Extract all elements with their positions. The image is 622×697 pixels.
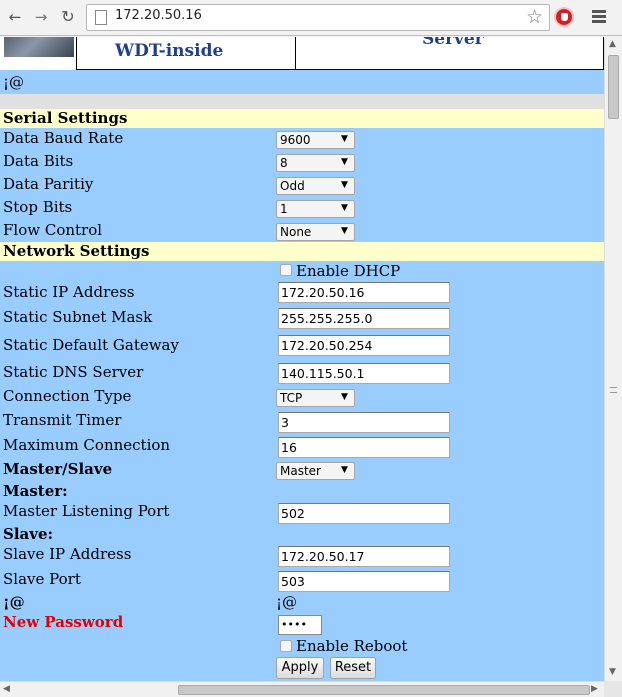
- note-text: ¡@: [3, 73, 25, 91]
- browser-menu-icon[interactable]: [588, 8, 610, 26]
- transmit-timer-input[interactable]: [278, 412, 450, 433]
- page-header: WDT-inside Server: [0, 37, 604, 70]
- master-slave-label: Master/Slave: [3, 460, 113, 478]
- new-password-label: New Password: [3, 613, 124, 631]
- master-port-input[interactable]: [278, 503, 450, 524]
- slave-ip-label: Slave IP Address: [3, 545, 132, 563]
- horizontal-scrollbar[interactable]: ◀ ▶: [0, 681, 604, 697]
- baud-rate-label: Data Baud Rate: [3, 129, 124, 147]
- gateway-label: Static Default Gateway: [3, 336, 179, 354]
- vertical-scroll-thumb[interactable]: [608, 55, 619, 119]
- header-server-cell: Server: [296, 37, 604, 70]
- note-row: ¡@: [0, 70, 604, 94]
- dhcp-checkbox[interactable]: [280, 264, 292, 276]
- dhcp-label: Enable DHCP: [296, 262, 401, 280]
- max-connection-label: Maximum Connection: [3, 436, 171, 454]
- horizontal-scroll-thumb[interactable]: [178, 685, 590, 695]
- spacer-row: [0, 94, 604, 109]
- network-section-header: Network Settings: [0, 242, 604, 261]
- stop-bits-label: Stop Bits: [3, 198, 73, 216]
- baud-rate-select[interactable]: 9600: [276, 131, 355, 149]
- scroll-right-icon[interactable]: ▶: [591, 684, 598, 694]
- master-port-label: Master Listening Port: [3, 502, 170, 520]
- reload-icon[interactable]: ↻: [57, 6, 79, 28]
- back-arrow-icon[interactable]: ←: [4, 6, 26, 28]
- new-password-input[interactable]: ••••: [278, 615, 322, 635]
- scrollbar-corner: [604, 681, 622, 697]
- slave-ip-input[interactable]: [278, 546, 450, 567]
- reboot-checkbox[interactable]: [280, 640, 292, 652]
- flow-control-label: Flow Control: [3, 221, 103, 239]
- gateway-input[interactable]: [278, 335, 450, 356]
- data-bits-label: Data Bits: [3, 152, 74, 170]
- browser-toolbar: ← → ↻ 172.20.50.16 ☆: [0, 0, 622, 36]
- dns-label: Static DNS Server: [3, 363, 144, 381]
- scroll-up-icon[interactable]: ▲: [609, 39, 616, 49]
- master-heading: Master:: [3, 482, 68, 500]
- subnet-label: Static Subnet Mask: [3, 308, 153, 326]
- vertical-scrollbar[interactable]: ▲ ▼: [604, 37, 622, 681]
- apply-button[interactable]: Apply: [276, 657, 324, 679]
- static-ip-input[interactable]: [278, 282, 450, 303]
- stop-bits-select[interactable]: 1: [276, 200, 355, 218]
- max-connection-input[interactable]: [278, 437, 450, 458]
- product-logo-image: [4, 37, 74, 57]
- filler-left-text: ¡@: [3, 593, 25, 611]
- slave-port-input[interactable]: [278, 571, 450, 592]
- subnet-input[interactable]: [278, 308, 450, 329]
- flow-control-select[interactable]: None: [276, 223, 355, 241]
- page-icon: [95, 10, 107, 25]
- header-title-cell: WDT-inside: [76, 37, 296, 70]
- address-bar[interactable]: 172.20.50.16 ☆: [86, 4, 550, 31]
- serial-section-title: Serial Settings: [3, 109, 128, 127]
- slave-port-label: Slave Port: [3, 570, 81, 588]
- transmit-timer-label: Transmit Timer: [3, 411, 122, 429]
- product-title: WDT-inside: [115, 41, 224, 61]
- scroll-left-icon[interactable]: ◀: [3, 684, 10, 694]
- forward-arrow-icon[interactable]: →: [30, 6, 52, 28]
- stop-extension-icon[interactable]: [554, 7, 574, 27]
- reset-button[interactable]: Reset: [330, 657, 376, 679]
- connection-type-label: Connection Type: [3, 387, 132, 405]
- connection-type-select[interactable]: TCP: [276, 389, 355, 407]
- server-title: Server: [422, 37, 484, 49]
- static-ip-label: Static IP Address: [3, 283, 135, 301]
- master-slave-select[interactable]: Master: [276, 462, 355, 480]
- slave-heading: Slave:: [3, 525, 54, 543]
- settings-form: Serial Settings Data Baud Rate 9600 ▼ Da…: [0, 109, 604, 681]
- data-bits-select[interactable]: 8: [276, 154, 355, 172]
- parity-label: Data Paritiy: [3, 175, 94, 193]
- network-section-title: Network Settings: [3, 242, 150, 260]
- dns-input[interactable]: [278, 363, 450, 384]
- scroll-down-icon[interactable]: ▼: [609, 667, 616, 677]
- filler-right-text: ¡@: [276, 593, 298, 611]
- scroll-grip-icon: [610, 387, 617, 393]
- reboot-label: Enable Reboot: [296, 637, 408, 655]
- bookmark-star-icon[interactable]: ☆: [526, 6, 543, 28]
- serial-section-header: Serial Settings: [0, 109, 604, 128]
- parity-select[interactable]: Odd: [276, 177, 355, 195]
- address-url[interactable]: 172.20.50.16: [115, 8, 202, 23]
- page-viewport: WDT-inside Server ¡@ Serial Settings Dat…: [0, 37, 604, 681]
